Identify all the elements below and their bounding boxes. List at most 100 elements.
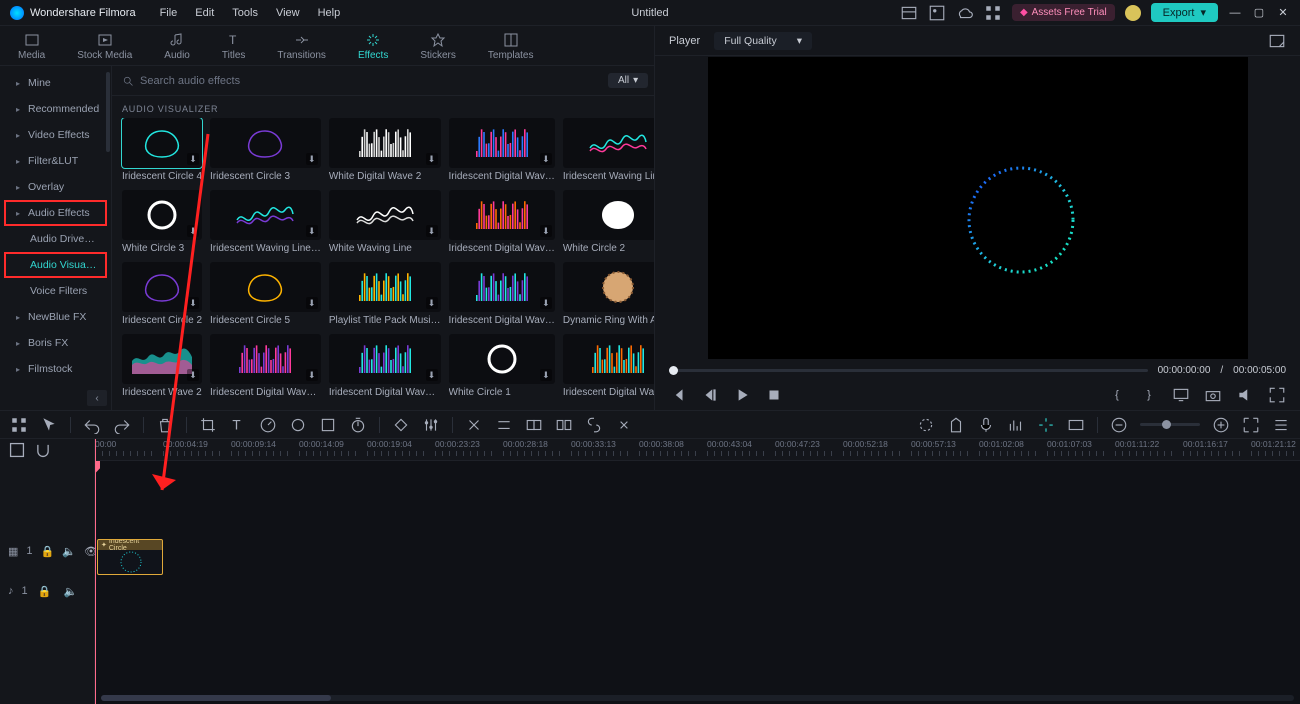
sidebar-scrollbar[interactable] (106, 72, 110, 152)
tab-audio[interactable]: Audio (158, 30, 196, 65)
sidebar-item[interactable]: ▸NewBlue FX (0, 304, 111, 330)
tl-chromakey-icon[interactable] (319, 416, 337, 434)
tab-media[interactable]: Media (12, 30, 51, 65)
tab-stock-media[interactable]: Stock Media (71, 30, 138, 65)
effect-card[interactable]: ⬇White Waving Line (329, 190, 441, 254)
effect-thumb[interactable]: ⬇ (563, 118, 654, 168)
zoom-fit-icon[interactable] (1242, 416, 1260, 434)
zoom-slider[interactable] (1140, 423, 1200, 426)
effect-card[interactable]: ⬇Iridescent Digital Wav… (449, 262, 555, 326)
download-icon[interactable]: ⬇ (306, 369, 318, 381)
effect-thumb[interactable]: ⬇ (329, 190, 441, 240)
tl-add-track-icon[interactable] (8, 441, 26, 459)
layout-icon[interactable] (900, 4, 918, 22)
tl-quality-icon[interactable] (917, 416, 935, 434)
effect-thumb[interactable]: ⬇ (210, 262, 321, 312)
tab-effects[interactable]: Effects (352, 30, 394, 65)
tl-delete-icon[interactable] (156, 416, 174, 434)
effect-thumb[interactable]: ⬇ (329, 118, 441, 168)
download-icon[interactable]: ⬇ (306, 153, 318, 165)
effect-thumb[interactable]: ⬇ (449, 262, 555, 312)
effect-card[interactable]: ⬇White Digital Wave 2 (329, 118, 441, 182)
prev-frame-icon[interactable] (669, 386, 687, 404)
effect-card[interactable]: ⬇White Circle 3 (122, 190, 202, 254)
effect-card[interactable]: ⬇Iridescent Digital Wav… (449, 118, 555, 182)
download-icon[interactable]: ⬇ (187, 225, 199, 237)
effect-card[interactable]: ⬇Iridescent Digital Wav… (210, 334, 321, 398)
sidebar-item[interactable]: Voice Filters (0, 278, 111, 304)
tl-mixer-icon[interactable] (422, 416, 440, 434)
effect-card[interactable]: ⬇Iridescent Digital Wav… (329, 334, 441, 398)
download-icon[interactable]: ⬇ (187, 369, 199, 381)
download-icon[interactable]: ⬇ (306, 297, 318, 309)
track-lock-icon[interactable]: 🔒 (41, 542, 55, 560)
sidebar-item[interactable]: ▸Audio Effects (4, 200, 107, 226)
tl-marker-icon[interactable] (947, 416, 965, 434)
snapshot-area-icon[interactable] (1268, 32, 1286, 50)
effect-thumb[interactable]: ⬇ (449, 190, 555, 240)
coin-icon[interactable] (1125, 5, 1141, 21)
sidebar-item[interactable]: Audio Drive… (0, 226, 111, 252)
preview-viewport[interactable] (655, 56, 1300, 360)
download-icon[interactable]: ⬇ (426, 369, 438, 381)
sidebar-item[interactable]: ▸Overlay (0, 174, 111, 200)
download-icon[interactable]: ⬇ (540, 153, 552, 165)
tl-audiomix-icon[interactable] (1007, 416, 1025, 434)
download-icon[interactable]: ⬇ (426, 225, 438, 237)
tl-mic-icon[interactable] (977, 416, 995, 434)
fullscreen-icon[interactable] (1268, 386, 1286, 404)
cloud-icon[interactable] (956, 4, 974, 22)
timeline-ruler[interactable]: 00:0000:00:04:1900:00:09:1400:00:14:0900… (95, 439, 1300, 461)
download-icon[interactable]: ⬇ (540, 297, 552, 309)
tl-cursor-icon[interactable] (40, 416, 58, 434)
menu-file[interactable]: File (160, 7, 178, 19)
tab-stickers[interactable]: Stickers (414, 30, 462, 65)
sidebar-item[interactable]: ▸Mine (0, 70, 111, 96)
download-icon[interactable]: ⬇ (426, 153, 438, 165)
effect-thumb[interactable]: ⬇ (122, 190, 202, 240)
timeline-h-thumb[interactable] (101, 695, 331, 701)
play-icon[interactable] (733, 386, 751, 404)
sidebar-item[interactable]: ▸Boris FX (0, 330, 111, 356)
tl-undo-icon[interactable] (83, 416, 101, 434)
menu-tools[interactable]: Tools (232, 7, 258, 19)
tl-crop-icon[interactable] (199, 416, 217, 434)
tl-detach-icon[interactable] (495, 416, 513, 434)
effect-card[interactable]: ⬇White Circle 1 (449, 334, 555, 398)
effect-thumb[interactable]: ⬇ (563, 262, 654, 312)
volume-icon[interactable] (1236, 386, 1254, 404)
search-input[interactable]: Search audio effects (122, 75, 600, 87)
download-icon[interactable]: ⬇ (540, 369, 552, 381)
tl-view-icon[interactable] (10, 416, 28, 434)
effect-thumb[interactable]: ⬇ (329, 334, 441, 384)
effect-card[interactable]: ⬇Iridescent Digital Wav… (563, 334, 654, 398)
effect-thumb[interactable]: ⬇ (563, 190, 654, 240)
effect-thumb[interactable]: ⬇ (449, 118, 555, 168)
apps-icon[interactable] (984, 4, 1002, 22)
effect-card[interactable]: ⬇Iridescent Circle 2 (122, 262, 202, 326)
tl-color-icon[interactable] (289, 416, 307, 434)
menu-edit[interactable]: Edit (195, 7, 214, 19)
tab-transitions[interactable]: Transitions (271, 30, 332, 65)
tl-group-icon[interactable] (525, 416, 543, 434)
effect-card[interactable]: ⬇Iridescent Waving Line… (210, 190, 321, 254)
snapshot-icon[interactable] (1204, 386, 1222, 404)
stop-icon[interactable] (765, 386, 783, 404)
tab-templates[interactable]: Templates (482, 30, 540, 65)
mark-in-icon[interactable]: { (1108, 386, 1126, 404)
effect-thumb[interactable]: ⬇ (563, 334, 654, 384)
effect-thumb[interactable]: ⬇ (122, 334, 202, 384)
tl-magnet-icon[interactable] (34, 441, 52, 459)
scrub-handle[interactable] (669, 366, 678, 375)
sidebar-item[interactable]: ▸Recommended (0, 96, 111, 122)
mark-out-icon[interactable]: } (1140, 386, 1158, 404)
effect-card[interactable]: ⬇Iridescent Circle 3 (210, 118, 321, 182)
effect-card[interactable]: ⬇Iridescent Circle 5 (210, 262, 321, 326)
window-close[interactable]: ✕ (1276, 6, 1290, 19)
tab-titles[interactable]: TTitles (216, 30, 252, 65)
tl-redo-icon[interactable] (113, 416, 131, 434)
effect-card[interactable]: ⬇Iridescent Circle 4 (122, 118, 202, 182)
download-icon[interactable]: ⬇ (187, 153, 199, 165)
playhead[interactable] (95, 439, 96, 704)
window-minimize[interactable]: — (1228, 7, 1242, 19)
